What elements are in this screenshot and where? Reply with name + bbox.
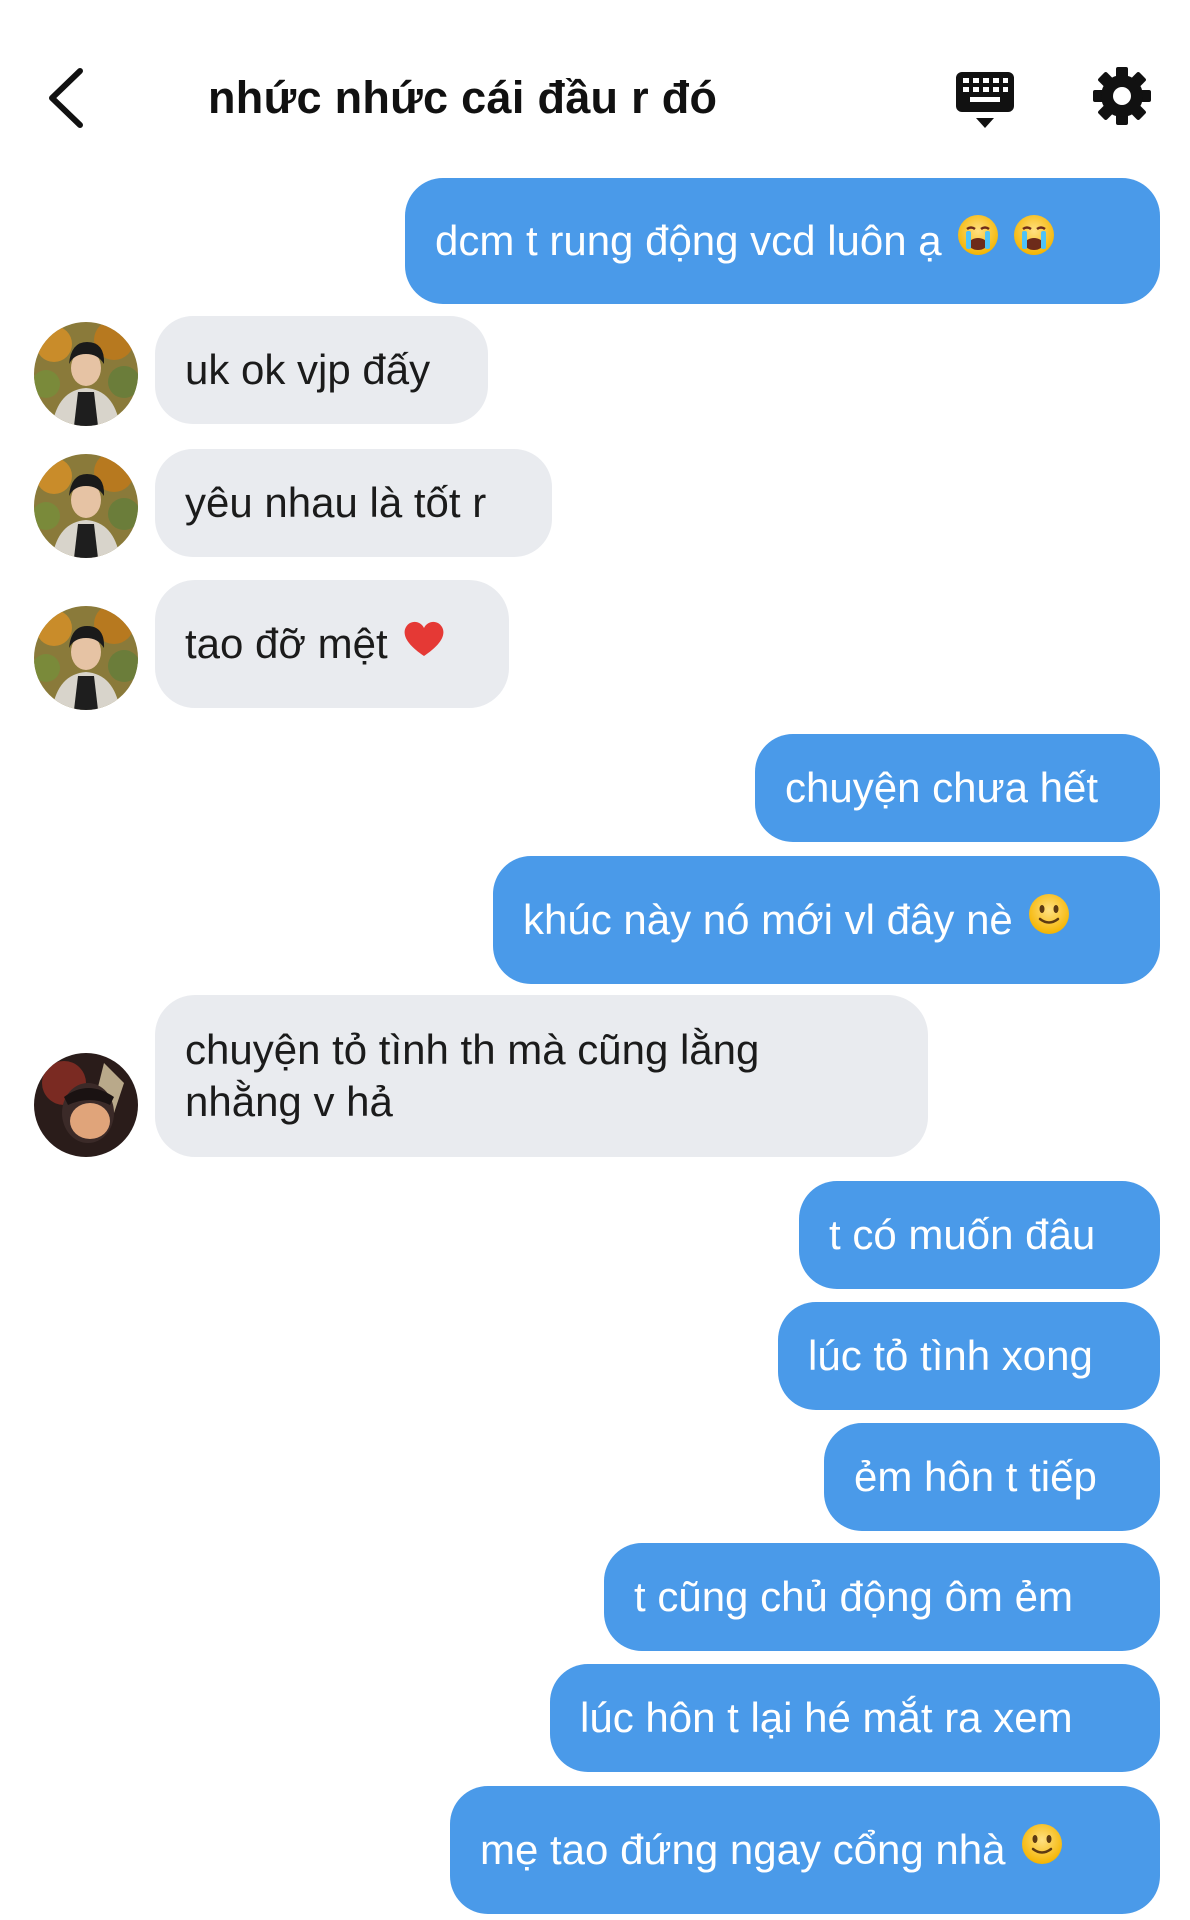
message-text: ẻm hôn t tiếp — [854, 1453, 1097, 1500]
message-bubble-outgoing[interactable]: chuyện chưa hết — [755, 734, 1160, 842]
message-text: t có muốn đâu — [829, 1211, 1096, 1258]
message-text: dcm t rung động vcd luôn ạ — [435, 217, 942, 264]
avatar-person-2 — [34, 1053, 138, 1157]
loudly-crying-face-icon — [1012, 213, 1056, 269]
avatar-person-1 — [34, 322, 138, 426]
message-bubble-outgoing[interactable]: t cũng chủ động ôm ẻm — [604, 1543, 1160, 1651]
avatar-person-1 — [34, 454, 138, 558]
message-bubble-outgoing[interactable]: khúc này nó mới vl đây nè — [493, 856, 1160, 984]
message-text: mẹ tao đứng ngay cổng nhà — [480, 1826, 1006, 1873]
message-list[interactable]: dcm t rung động vcd luôn ạ uk ok vjp đấy — [0, 0, 1190, 1920]
avatar[interactable] — [34, 606, 138, 710]
message-text: chuyện chưa hết — [785, 764, 1098, 811]
slightly-smiling-face-icon — [1020, 1822, 1064, 1878]
loudly-crying-face-icon — [956, 213, 1000, 269]
message-bubble-incoming[interactable]: yêu nhau là tốt r — [155, 449, 552, 557]
message-bubble-outgoing[interactable]: ẻm hôn t tiếp — [824, 1423, 1160, 1531]
message-text: lúc tỏ tình xong — [808, 1332, 1093, 1379]
message-bubble-outgoing[interactable]: dcm t rung động vcd luôn ạ — [405, 178, 1160, 304]
avatar[interactable] — [34, 322, 138, 426]
red-heart-icon — [402, 618, 446, 670]
message-bubble-outgoing[interactable]: lúc hôn t lại hé mắt ra xem — [550, 1664, 1160, 1772]
message-bubble-incoming[interactable]: uk ok vjp đấy — [155, 316, 488, 424]
avatar[interactable] — [34, 454, 138, 558]
message-text: tao đỡ mệt — [185, 620, 388, 667]
message-bubble-outgoing[interactable]: t có muốn đâu — [799, 1181, 1160, 1289]
message-text: khúc này nó mới vl đây nè — [523, 896, 1013, 943]
message-bubble-incoming[interactable]: tao đỡ mệt — [155, 580, 509, 708]
avatar[interactable] — [34, 1053, 138, 1157]
message-text: chuyện tỏ tình th mà cũng lằng nhằng v h… — [185, 1026, 760, 1125]
message-bubble-outgoing[interactable]: mẹ tao đứng ngay cổng nhà — [450, 1786, 1160, 1914]
message-text: t cũng chủ động ôm ẻm — [634, 1573, 1073, 1620]
message-text: uk ok vjp đấy — [185, 346, 431, 393]
avatar-person-1 — [34, 606, 138, 710]
slightly-smiling-face-icon — [1027, 892, 1071, 948]
message-text: lúc hôn t lại hé mắt ra xem — [580, 1694, 1073, 1741]
message-bubble-incoming[interactable]: chuyện tỏ tình th mà cũng lằng nhằng v h… — [155, 995, 928, 1157]
message-text: yêu nhau là tốt r — [185, 479, 487, 526]
message-bubble-outgoing[interactable]: lúc tỏ tình xong — [778, 1302, 1160, 1410]
